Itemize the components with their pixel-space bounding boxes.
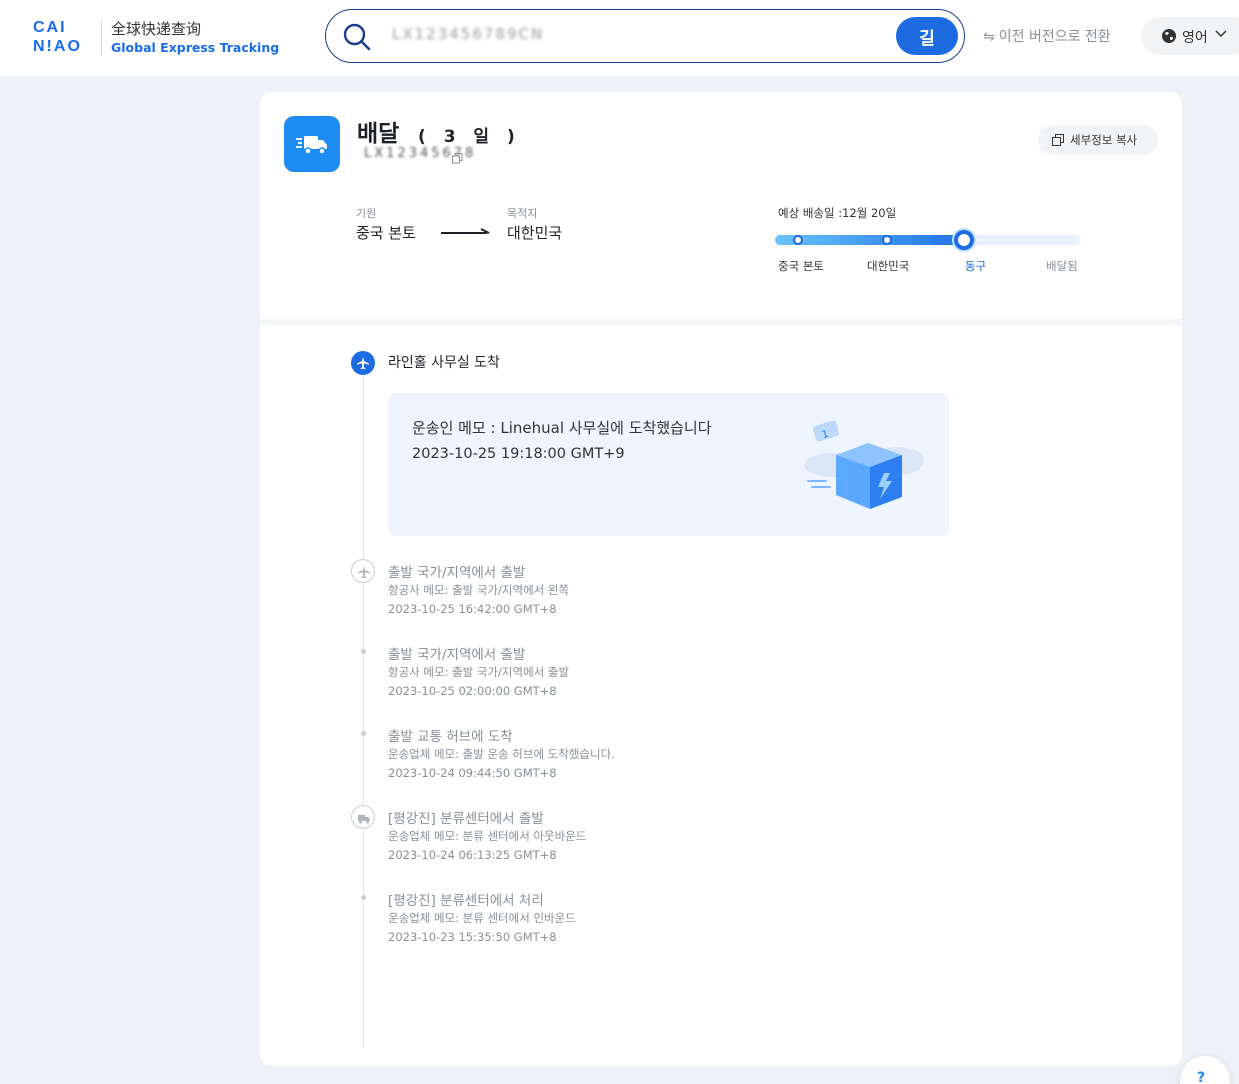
section-divider <box>260 319 1182 325</box>
timeline-event-time: 2023-10-24 09:44:50 GMT+8 <box>388 766 557 780</box>
timeline-dot <box>361 731 366 736</box>
switch-old-version-label: 이전 버전으로 전환 <box>998 29 1111 45</box>
search-input[interactable]: LX123456789CN <box>392 25 692 47</box>
globe-icon <box>1162 29 1176 43</box>
timeline-event-title: [평강진] 분류센터에서 처리 <box>388 893 544 909</box>
timeline-event-desc: 운송업체 메모: 출발 운송 허브에 도착했습니다. <box>388 747 615 761</box>
progress-step-label: 대한민국 <box>867 259 910 273</box>
language-selector[interactable]: 영어 <box>1141 17 1239 55</box>
progress-step-label-current: 동구 <box>965 259 987 273</box>
timeline-event-title: 출발 국가/지역에서 출발 <box>388 565 526 581</box>
timeline-dot <box>361 895 366 900</box>
timeline-event-title: 출발 국가/지역에서 출발 <box>388 647 526 663</box>
timeline-event-desc: 운송업체 메모: 분류 센터에서 아웃바운드 <box>388 829 587 843</box>
logo-title-cn: 全球快递查询 <box>111 20 202 38</box>
timeline-event-desc: 항공사 메모: 출발 국가/지역에서 출발 <box>388 665 570 679</box>
timeline-event-title: [평강진] 분류센터에서 출발 <box>388 811 544 827</box>
top-bar: CAI N!AO 全球快递查询 Global Express Tracking … <box>0 0 1239 76</box>
plane-icon <box>351 559 375 583</box>
timeline-event-time: 2023-10-24 06:13:25 GMT+8 <box>388 848 557 862</box>
switch-arrows-icon: ⇋ <box>983 29 995 45</box>
timeline-event-time: 2023-10-25 16:42:00 GMT+8 <box>388 602 557 616</box>
progress-current-dot <box>954 230 974 250</box>
progress-step-dot <box>882 235 892 245</box>
switch-old-version-link[interactable]: ⇋ 이전 버전으로 전환 <box>983 26 1111 46</box>
timeline-event-time: 2023-10-25 02:00:00 GMT+8 <box>388 684 557 698</box>
timeline-event-title: 출발 교통 허브에 도착 <box>388 729 513 745</box>
copy-details-button[interactable]: 세부정보 복사 <box>1038 125 1158 155</box>
copy-icon[interactable] <box>452 153 463 164</box>
destination-value: 대한민국 <box>507 224 563 242</box>
truck-icon <box>351 805 375 829</box>
timeline-latest-title: 라인홀 사무실 도착 <box>388 355 500 371</box>
destination-label: 목적지 <box>507 207 538 220</box>
copy-details-label: 세부정보 복사 <box>1070 133 1138 147</box>
progress-fill <box>775 235 976 245</box>
estimated-delivery: 예상 배송일 :12월 20일 <box>778 206 897 220</box>
timeline-latest-time: 2023-10-25 19:18:00 GMT+9 <box>412 446 625 462</box>
progress-step-label: 배달됨 <box>1046 259 1078 273</box>
timeline-event-desc: 운송업체 메모: 분류 센터에서 인바운드 <box>388 911 576 925</box>
copy-icon <box>1052 134 1064 146</box>
delivery-status: 배달 <box>357 121 400 147</box>
origin-label: 기원 <box>356 207 377 220</box>
timeline-latest-card: 운송인 메모 : Linehual 사무실에 도착했습니다 2023-10-25… <box>388 393 949 536</box>
flying-package-illustration: 1 <box>804 421 924 509</box>
help-icon: ? <box>1197 1070 1206 1084</box>
origin-value: 중국 본토 <box>356 224 416 242</box>
progress-step-label: 중국 본토 <box>778 259 824 273</box>
logo-title-en: Global Express Tracking <box>111 40 280 55</box>
chevron-down-icon <box>1215 30 1227 38</box>
plane-icon <box>351 351 375 375</box>
delivery-truck-icon <box>284 116 340 172</box>
timeline-event-desc: 항공사 메모: 출발 국가/지역에서 왼쪽 <box>388 583 570 597</box>
search-icon <box>343 23 371 51</box>
help-float-button[interactable]: ? <box>1180 1056 1230 1084</box>
timeline-dot <box>361 649 366 654</box>
delivery-days: ( 3 일 ) <box>418 127 521 147</box>
svg-text:N!AO: N!AO <box>33 38 82 54</box>
logo-separator <box>101 20 102 56</box>
language-label: 영어 <box>1182 30 1208 46</box>
cainiao-logo[interactable]: CAI N!AO <box>33 18 95 55</box>
tracking-detail-card: 배달 ( 3 일 ) LX12345678 세부정보 복사 기원 중국 본토 목… <box>260 92 1182 1066</box>
timeline-line <box>363 377 364 1047</box>
timeline-event-time: 2023-10-23 15:35:50 GMT+8 <box>388 930 557 944</box>
search-button[interactable]: 길 <box>896 17 958 55</box>
tracking-search-box[interactable]: LX123456789CN 길 <box>325 9 965 63</box>
timeline-latest-desc: 운송인 메모 : Linehual 사무실에 도착했습니다 <box>412 419 712 437</box>
svg-text:CAI: CAI <box>33 19 67 36</box>
arrow-right-icon <box>441 228 490 234</box>
progress-step-dot <box>793 235 803 245</box>
